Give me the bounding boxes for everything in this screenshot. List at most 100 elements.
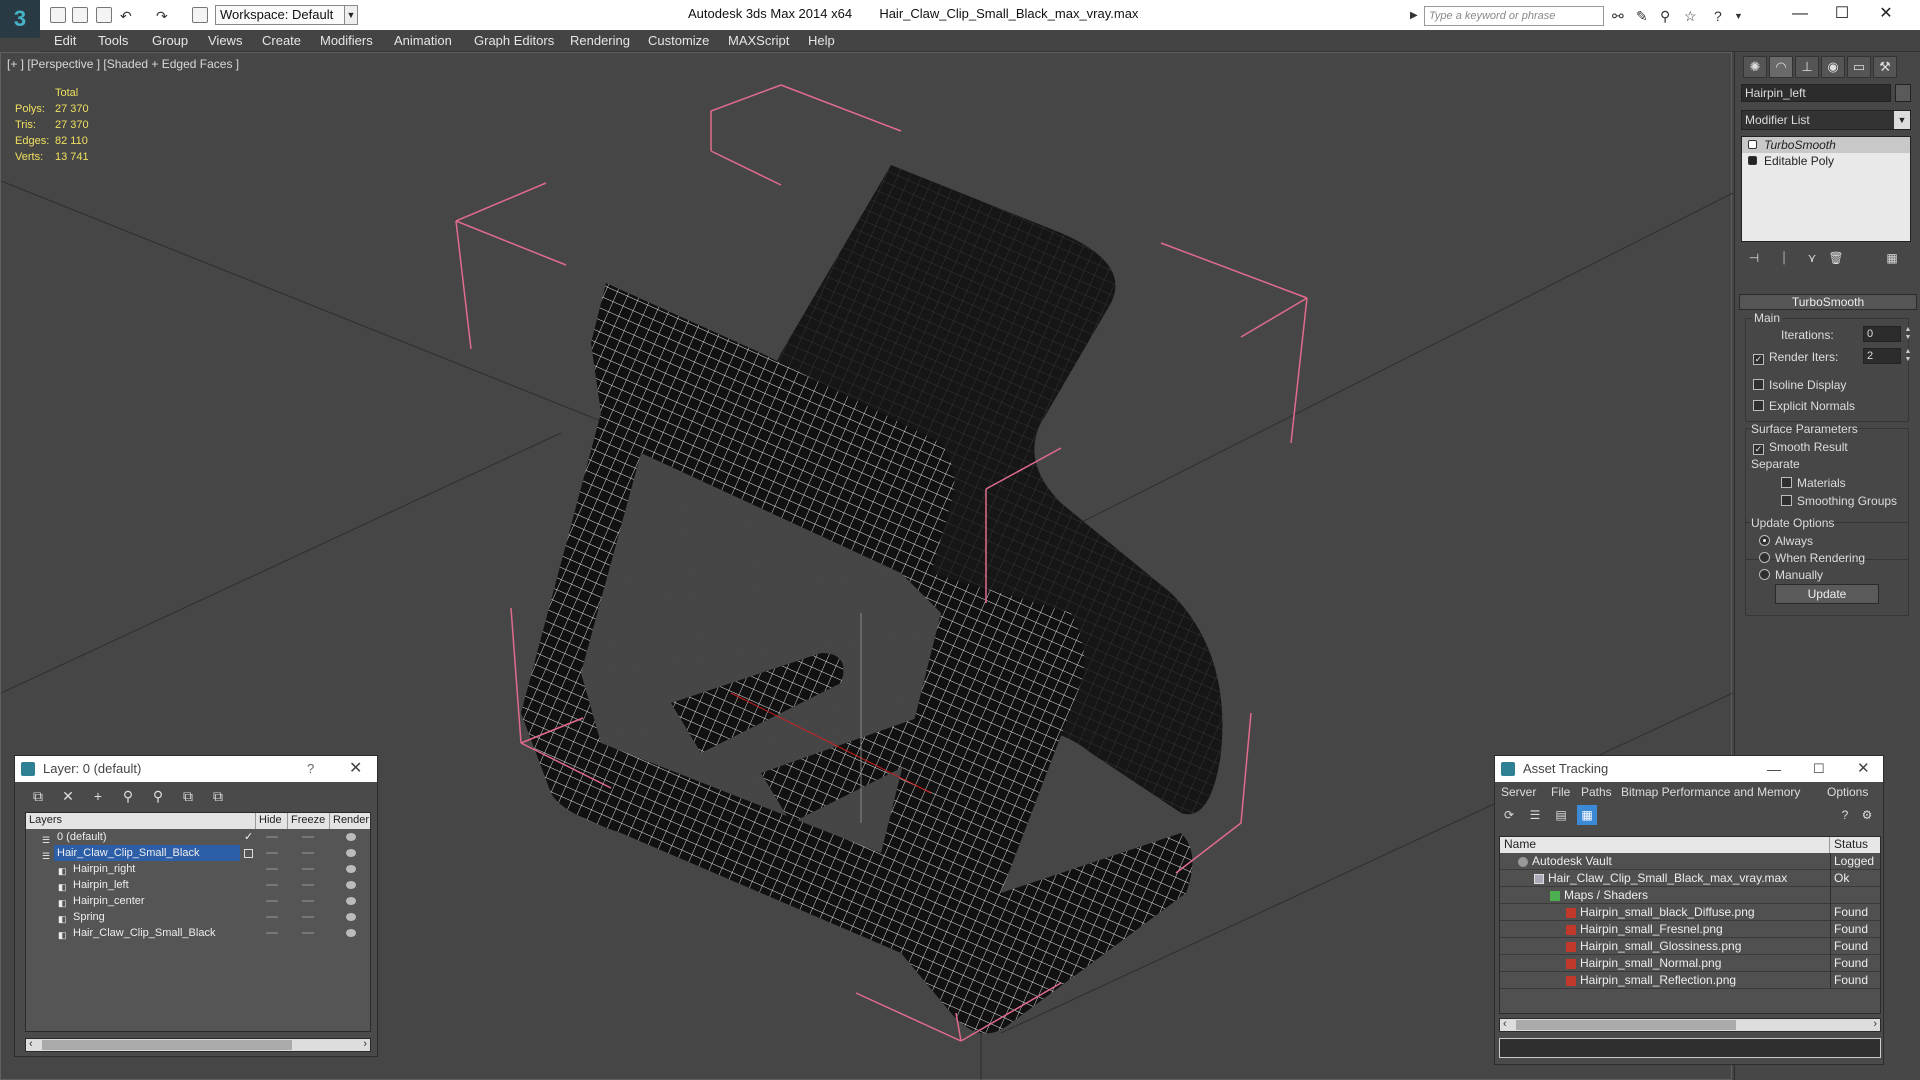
asset-window-titlebar[interactable]: Asset Tracking — ☐ ✕ bbox=[1495, 756, 1883, 782]
menu-modifiers[interactable]: Modifiers bbox=[320, 33, 373, 48]
menu-create[interactable]: Create bbox=[262, 33, 301, 48]
expand-icon[interactable] bbox=[1748, 156, 1757, 165]
show-end-result-icon[interactable]: ⏐ bbox=[1773, 248, 1795, 268]
pin-stack-icon[interactable]: ⊣ bbox=[1743, 248, 1765, 268]
help-icon[interactable]: ? bbox=[307, 756, 314, 782]
radio-selected[interactable] bbox=[1759, 535, 1770, 546]
menu-animation[interactable]: Animation bbox=[394, 33, 452, 48]
render-teapot-icon[interactable] bbox=[346, 897, 356, 905]
save-file-icon[interactable] bbox=[96, 7, 112, 23]
col-layers[interactable]: Layers bbox=[26, 813, 256, 829]
utilities-tab-icon[interactable]: ⚒ bbox=[1873, 56, 1897, 78]
add-to-layer-icon[interactable]: + bbox=[87, 786, 109, 806]
freeze-toggle[interactable] bbox=[302, 900, 314, 902]
freeze-toggle[interactable] bbox=[302, 932, 314, 934]
minimize-icon[interactable]: — bbox=[1780, 2, 1820, 26]
hide-toggle[interactable] bbox=[266, 852, 278, 854]
refresh-icon[interactable]: ⟳ bbox=[1499, 805, 1519, 825]
col-hide[interactable]: Hide bbox=[256, 813, 288, 829]
scrollbar-thumb[interactable] bbox=[42, 1040, 292, 1050]
update-manually-radio[interactable]: Manually bbox=[1759, 568, 1823, 582]
asset-row[interactable]: Hairpin_small_Normal.png Found bbox=[1500, 955, 1880, 972]
smooth-result-toggle[interactable]: ✓ Smooth Result bbox=[1753, 440, 1848, 455]
create-layer-icon[interactable]: ⧉ bbox=[27, 786, 49, 806]
subscription-icon[interactable]: ✎ bbox=[1636, 8, 1648, 25]
radio[interactable] bbox=[1759, 552, 1770, 563]
chevron-right-icon[interactable]: › bbox=[363, 1038, 367, 1050]
menu-customize[interactable]: Customize bbox=[648, 33, 709, 48]
render-iters-toggle[interactable]: ✓ Render Iters: bbox=[1753, 350, 1838, 365]
communication-icon[interactable]: ⚲ bbox=[1660, 8, 1670, 25]
configure-sets-icon[interactable]: ▦ bbox=[1881, 248, 1903, 268]
modifier-list-dropdown[interactable]: Modifier List ▼ bbox=[1741, 110, 1911, 130]
layer-row[interactable]: ◧ Hairpin_right bbox=[26, 861, 370, 877]
menu-edit[interactable]: Edit bbox=[54, 33, 76, 48]
object-name-field[interactable]: Hairpin_left bbox=[1741, 84, 1891, 102]
object-color-swatch[interactable] bbox=[1895, 84, 1911, 102]
checkbox[interactable] bbox=[1753, 400, 1764, 411]
hide-toggle[interactable] bbox=[266, 916, 278, 918]
chevron-down-icon[interactable]: ▼ bbox=[1734, 11, 1743, 21]
hide-toggle[interactable] bbox=[266, 932, 278, 934]
materials-toggle[interactable]: Materials bbox=[1781, 476, 1846, 490]
smoothing-groups-toggle[interactable]: Smoothing Groups bbox=[1781, 494, 1897, 508]
render-teapot-icon[interactable] bbox=[346, 881, 356, 889]
tree-view-icon[interactable]: ▤ bbox=[1551, 805, 1571, 825]
menu-graph-editors[interactable]: Graph Editors bbox=[474, 33, 554, 48]
hide-toggle[interactable] bbox=[266, 868, 278, 870]
hide-all-icon[interactable]: ⧉ bbox=[177, 786, 199, 806]
update-button[interactable]: Update bbox=[1775, 584, 1879, 604]
new-file-icon[interactable] bbox=[50, 7, 66, 23]
layer-row[interactable]: ☰ Hair_Claw_Clip_Small_Black bbox=[26, 845, 370, 861]
close-icon[interactable]: ✕ bbox=[1857, 756, 1870, 782]
layer-row[interactable]: ☰ 0 (default) ✓ bbox=[26, 829, 370, 845]
explicit-normals-toggle[interactable]: Explicit Normals bbox=[1753, 399, 1855, 413]
asset-row[interactable]: Hair_Claw_Clip_Small_Black_max_vray.max … bbox=[1500, 870, 1880, 887]
asset-row[interactable]: Maps / Shaders bbox=[1500, 887, 1880, 904]
asset-row[interactable]: Hairpin_small_black_Diffuse.png Found bbox=[1500, 904, 1880, 921]
freeze-toggle[interactable] bbox=[302, 852, 314, 854]
settings-icon[interactable]: ⚙ bbox=[1857, 805, 1877, 825]
hierarchy-tab-icon[interactable]: ⊥ bbox=[1795, 56, 1819, 78]
spinner-arrows-icon[interactable]: ▲ ▼ bbox=[1903, 348, 1913, 364]
search-expand-icon[interactable]: ▶ bbox=[1410, 10, 1418, 21]
favorites-star-icon[interactable]: ☆ bbox=[1684, 8, 1697, 25]
render-teapot-icon[interactable] bbox=[346, 849, 356, 857]
update-when-rendering-radio[interactable]: When Rendering bbox=[1759, 551, 1865, 565]
render-teapot-icon[interactable] bbox=[346, 865, 356, 873]
iterations-spinner[interactable]: 0 bbox=[1863, 326, 1901, 342]
render-teapot-icon[interactable] bbox=[346, 929, 356, 937]
turbosmooth-rollout-header[interactable]: TurboSmooth bbox=[1739, 294, 1917, 310]
modify-tab-icon[interactable]: ◠ bbox=[1769, 56, 1793, 78]
render-iters-spinner[interactable]: 2 bbox=[1863, 348, 1901, 364]
freeze-all-icon[interactable]: ⧉ bbox=[207, 786, 229, 806]
asset-path-field[interactable] bbox=[1499, 1038, 1881, 1058]
workspace-dropdown[interactable]: Workspace: Default bbox=[215, 5, 350, 25]
layer-row[interactable]: ◧ Hairpin_left bbox=[26, 877, 370, 893]
layer-row[interactable]: ◧ Hairpin_center bbox=[26, 893, 370, 909]
undo-icon[interactable]: ↶ bbox=[120, 8, 132, 25]
help-icon[interactable]: ? bbox=[1714, 8, 1722, 24]
remove-modifier-icon[interactable]: 🗑 bbox=[1825, 248, 1847, 268]
select-objects-icon[interactable]: ⚲ bbox=[117, 786, 139, 806]
asset-row[interactable]: Hairpin_small_Glossiness.png Found bbox=[1500, 938, 1880, 955]
checkbox[interactable] bbox=[1753, 379, 1764, 390]
spinner-arrows-icon[interactable]: ▲ ▼ bbox=[1903, 326, 1913, 342]
radio[interactable] bbox=[1759, 569, 1770, 580]
motion-tab-icon[interactable]: ◉ bbox=[1821, 56, 1845, 78]
checkbox[interactable] bbox=[1781, 495, 1792, 506]
close-icon[interactable]: ✕ bbox=[349, 756, 362, 782]
layer-window-titlebar[interactable]: Layer: 0 (default) ? ✕ bbox=[15, 756, 377, 782]
menu-group[interactable]: Group bbox=[152, 33, 188, 48]
help-icon[interactable]: ? bbox=[1835, 805, 1855, 825]
set-active-box[interactable] bbox=[244, 849, 253, 858]
asset-row[interactable]: Autodesk Vault Logged bbox=[1500, 853, 1880, 870]
checkbox-checked[interactable]: ✓ bbox=[1753, 444, 1764, 455]
display-tab-icon[interactable]: ▭ bbox=[1847, 56, 1871, 78]
delete-layer-icon[interactable]: ✕ bbox=[57, 786, 79, 806]
chevron-down-icon[interactable]: ▼ bbox=[1894, 111, 1910, 129]
asset-menu-bitmap-performance[interactable]: Bitmap Performance and Memory bbox=[1621, 785, 1800, 799]
project-folder-icon[interactable] bbox=[192, 7, 208, 23]
close-icon[interactable]: ✕ bbox=[1866, 2, 1906, 26]
layer-horizontal-scrollbar[interactable]: ‹ › bbox=[25, 1038, 371, 1052]
